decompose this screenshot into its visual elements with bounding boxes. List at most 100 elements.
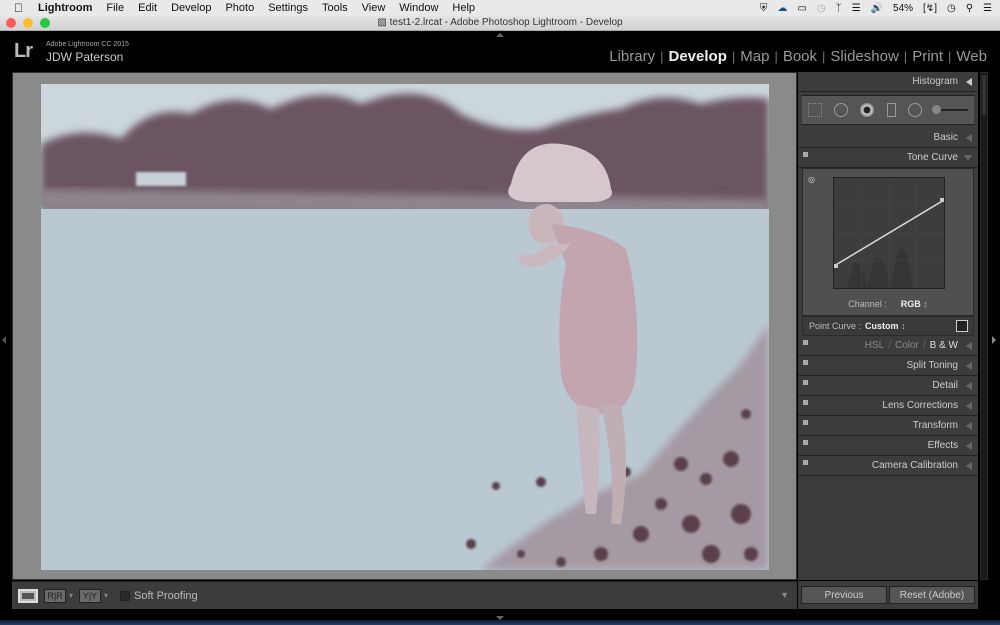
soft-proofing-checkbox[interactable] [120, 590, 131, 601]
toolbar-content-chevron-icon[interactable]: ▼ [780, 590, 789, 600]
panel-switch-icon[interactable] [803, 340, 808, 345]
soft-proofing-label: Soft Proofing [134, 589, 198, 602]
histogram-header[interactable]: Histogram [798, 72, 978, 92]
panel-switch-icon[interactable] [803, 360, 808, 365]
document-icon: ▧ [377, 17, 390, 28]
before-after-y-button[interactable]: Y|Y [79, 588, 102, 603]
window-titlebar: ▧ test1-2.lrcat - Adobe Photoshop Lightr… [0, 16, 1000, 31]
transform-header[interactable]: Transform [798, 416, 978, 436]
battery-percent[interactable]: 54% [893, 3, 913, 14]
right-panel-scrollbar[interactable] [980, 72, 988, 580]
curve-point [834, 264, 838, 268]
collapse-triangle-icon [966, 402, 972, 410]
right-develop-panel: Histogram Basic Tone Curve ◎ Channel: R… [798, 72, 978, 580]
menu-help[interactable]: Help [452, 2, 475, 14]
collapse-triangle-icon [966, 462, 972, 470]
channel-selector[interactable]: Channel : RGB ↕ [803, 299, 973, 309]
expanded-triangle-icon [964, 155, 972, 161]
split-toning-header[interactable]: Split Toning [798, 356, 978, 376]
menu-view[interactable]: View [362, 2, 386, 14]
module-map[interactable]: Map [735, 48, 774, 65]
basic-header[interactable]: Basic [798, 128, 978, 148]
tone-curve-body: ◎ Channel : RGB ↕ [802, 168, 974, 316]
red-eye-icon[interactable] [860, 103, 875, 117]
point-curve-row[interactable]: Point Curve : Custom ↕ [802, 316, 974, 336]
collapse-triangle-icon [966, 362, 972, 370]
photo-image [41, 84, 769, 570]
vpn-shield-icon[interactable]: ⛨ [760, 3, 768, 14]
bluetooth-icon[interactable]: ᛉ [836, 3, 842, 14]
cloud-app-icon[interactable]: ☁ [777, 3, 787, 14]
panel-switch-icon[interactable] [803, 460, 808, 465]
menu-photo[interactable]: Photo [225, 2, 254, 14]
hsl-color-bw-header[interactable]: HSL / Color / B & W [798, 336, 978, 356]
battery-icon[interactable]: [↯] [923, 3, 937, 14]
curve-point [940, 198, 944, 202]
scrollbar-thumb[interactable] [982, 75, 986, 115]
time-machine-icon[interactable]: ◷ [817, 3, 826, 14]
module-picker: Library | Develop | Map | Book | Slideshow | … [604, 48, 992, 65]
photo-preview[interactable] [41, 84, 769, 570]
spot-removal-icon[interactable] [834, 103, 849, 117]
radial-filter-icon[interactable] [907, 103, 922, 117]
menu-tools[interactable]: Tools [322, 2, 348, 14]
apple-icon[interactable]:  [14, 1, 28, 15]
panel-switch-icon[interactable] [803, 152, 808, 157]
before-after-lr-button[interactable]: R|R [44, 588, 66, 603]
notification-center-icon[interactable]: ☰ [983, 3, 992, 14]
detail-header[interactable]: Detail [798, 376, 978, 396]
panel-bottom-buttons: Previous Reset (Adobe) [798, 581, 978, 609]
lens-corrections-header[interactable]: Lens Corrections [798, 396, 978, 416]
menu-file[interactable]: File [106, 2, 124, 14]
clock-icon[interactable]: ◷ [947, 3, 956, 14]
camera-calibration-header[interactable]: Camera Calibration [798, 456, 978, 476]
tab-bw[interactable]: B & W [930, 340, 958, 351]
targeted-adjustment-icon[interactable]: ◎ [808, 175, 815, 184]
panel-switch-icon[interactable] [803, 420, 808, 425]
module-book[interactable]: Book [778, 48, 822, 65]
tone-curve-graph[interactable] [833, 177, 945, 289]
spotlight-search-icon[interactable]: ⚲ [966, 3, 973, 14]
top-panel-toggle-icon[interactable] [496, 33, 504, 37]
tab-hsl[interactable]: HSL [865, 340, 884, 351]
menu-develop[interactable]: Develop [171, 2, 211, 14]
tone-curve-header[interactable]: Tone Curve [798, 148, 978, 168]
left-panel-toggle-icon[interactable] [2, 336, 6, 344]
before-after-lr-dropdown-icon[interactable]: ▾ [69, 591, 73, 600]
module-library[interactable]: Library [604, 48, 660, 65]
reset-button[interactable]: Reset (Adobe) [889, 586, 975, 604]
wifi-icon[interactable]: ☰ [852, 3, 861, 14]
menu-window[interactable]: Window [399, 2, 438, 14]
panel-switch-icon[interactable] [803, 400, 808, 405]
collapse-triangle-icon [966, 342, 972, 350]
module-print[interactable]: Print [907, 48, 948, 65]
right-panel-toggle-icon[interactable] [992, 336, 996, 344]
panel-switch-icon[interactable] [803, 440, 808, 445]
module-develop[interactable]: Develop [664, 48, 732, 65]
adjustment-brush-icon[interactable] [931, 105, 968, 114]
menu-settings[interactable]: Settings [268, 2, 308, 14]
tab-color[interactable]: Color [895, 340, 919, 351]
loupe-view-button[interactable] [18, 588, 38, 603]
edit-point-curve-icon[interactable] [956, 320, 968, 332]
previous-button[interactable]: Previous [801, 586, 887, 604]
module-web[interactable]: Web [951, 48, 992, 65]
collapse-triangle-icon [966, 382, 972, 390]
tool-strip [802, 95, 974, 125]
menu-lightroom[interactable]: Lightroom [38, 2, 92, 14]
collapse-triangle-icon [966, 134, 972, 142]
module-slideshow[interactable]: Slideshow [825, 48, 903, 65]
status-area: ⛨ ☁ ▭ ◷ ᛉ ☰ 🔊 54% [↯] ◷ ⚲ ☰ [760, 0, 992, 16]
menu-edit[interactable]: Edit [138, 2, 157, 14]
dropdown-icon: ↕ [920, 299, 928, 309]
panel-switch-icon[interactable] [803, 380, 808, 385]
collapse-triangle-icon [966, 78, 972, 86]
volume-icon[interactable]: 🔊 [871, 3, 883, 14]
crop-overlay-icon[interactable] [808, 103, 823, 117]
graduated-filter-icon[interactable] [886, 103, 896, 117]
before-after-y-dropdown-icon[interactable]: ▾ [104, 591, 108, 600]
effects-header[interactable]: Effects [798, 436, 978, 456]
airplay-icon[interactable]: ▭ [797, 3, 806, 14]
dropdown-icon: ↕ [898, 321, 906, 331]
collapse-triangle-icon [966, 422, 972, 430]
